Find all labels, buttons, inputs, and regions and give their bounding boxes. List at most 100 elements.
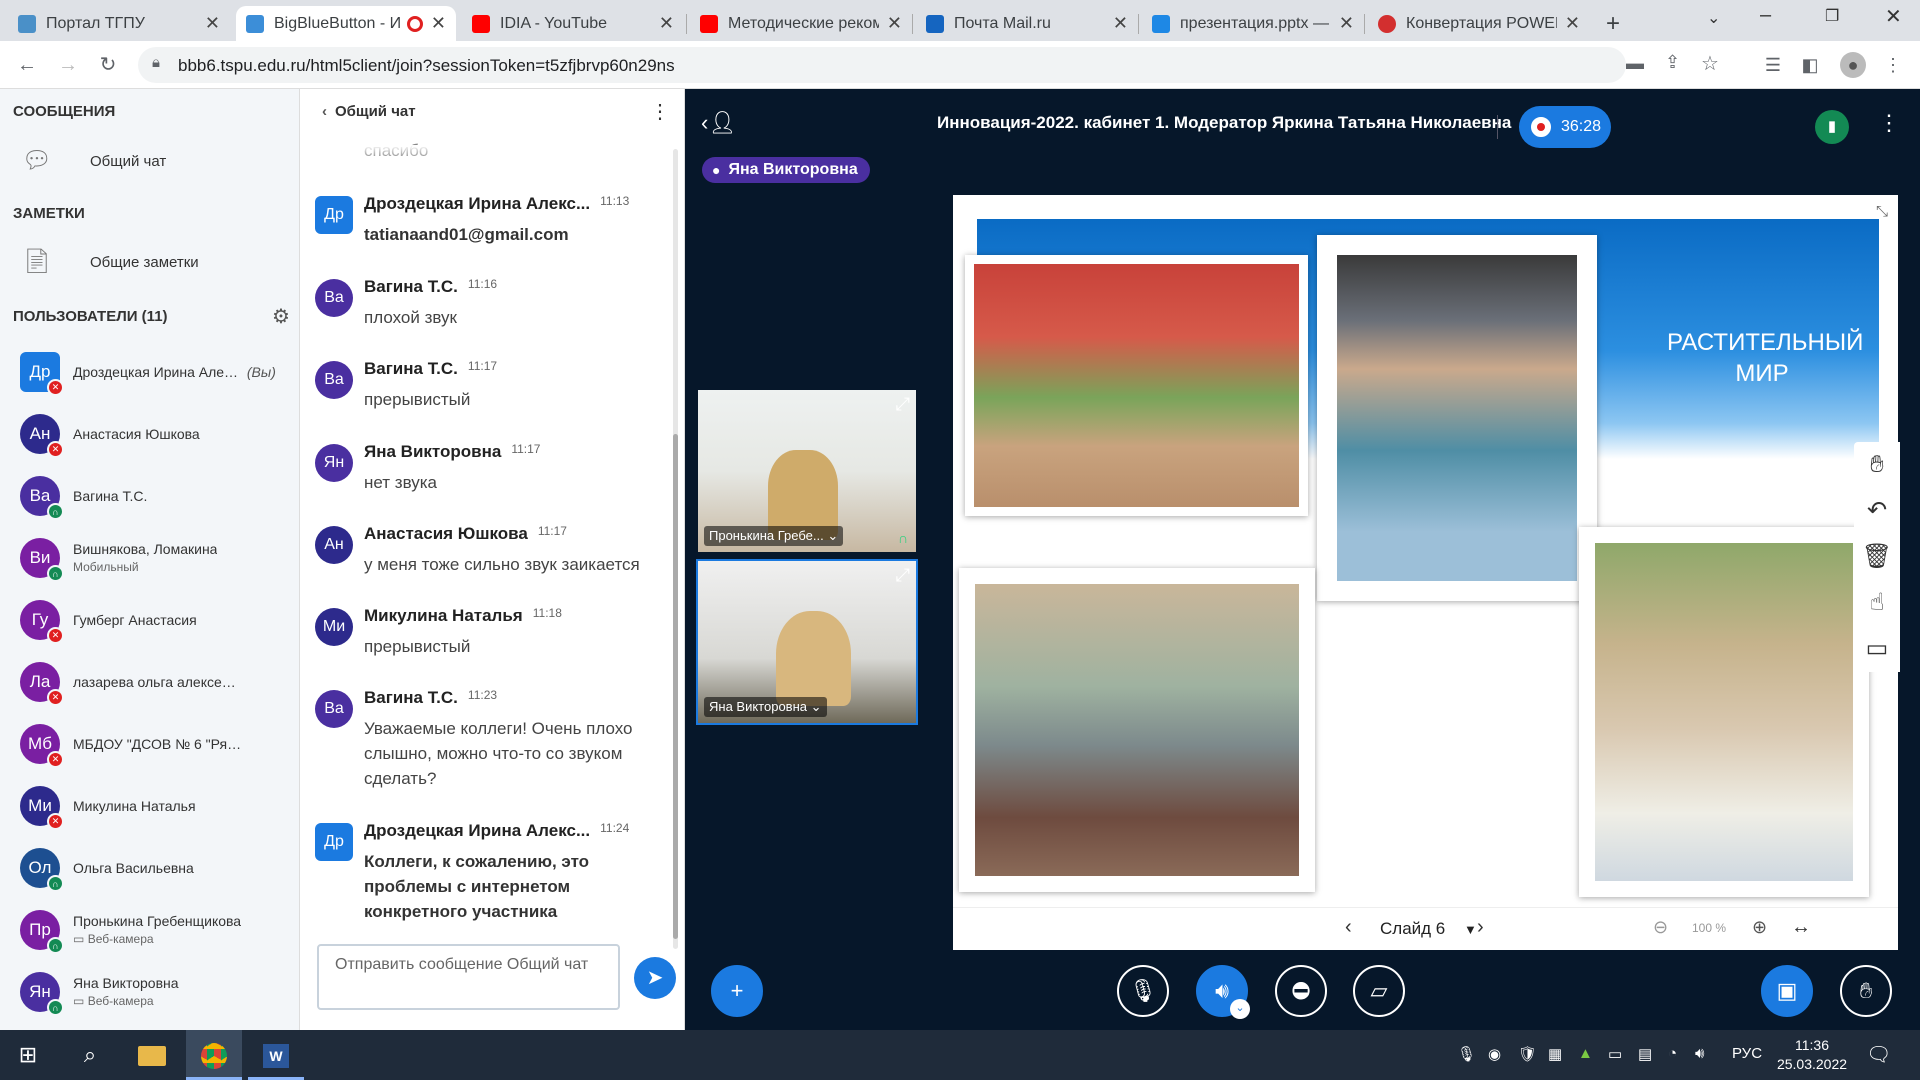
system-clock[interactable]: 11:36 25.03.2022 bbox=[1772, 1036, 1852, 1074]
minimize-presentation-icon[interactable]: ▭ bbox=[1854, 626, 1900, 672]
user-item[interactable]: Ла ✕ лазарева ольга алексеевна bbox=[20, 655, 295, 709]
close-tab-icon[interactable]: ✕ bbox=[1339, 13, 1354, 34]
hand-tool-icon[interactable]: ✋︎ bbox=[1854, 442, 1900, 488]
user-item[interactable]: Мб✕ МБДОУ "ДСОВ № 6 "Рябинка" bbox=[20, 717, 295, 771]
tab-bigbluebutton[interactable]: BigBlueButton - И ✕ bbox=[236, 6, 456, 41]
fullscreen-slide-icon[interactable]: ⤡ bbox=[1876, 203, 1888, 220]
chat-options-icon[interactable]: ⋮ bbox=[650, 99, 670, 124]
file-explorer-icon[interactable] bbox=[124, 1030, 180, 1080]
forward-icon[interactable]: → bbox=[55, 52, 81, 78]
audio-button[interactable]: 🔊︎ ⌄ bbox=[1196, 965, 1250, 1019]
unmute-button[interactable]: 🎙︎ bbox=[1117, 965, 1169, 1017]
new-tab-button[interactable]: + bbox=[1596, 6, 1632, 41]
fullscreen-icon[interactable]: ⤢ bbox=[896, 565, 910, 586]
previous-slide-icon[interactable]: ‹ bbox=[1345, 916, 1352, 939]
chat-message-input[interactable]: Отправить сообщение Общий чат bbox=[317, 944, 620, 1010]
search-icon[interactable]: ⌕ bbox=[62, 1030, 118, 1080]
close-tab-icon[interactable]: ✕ bbox=[205, 13, 220, 34]
multi-user-whiteboard-icon[interactable]: ☝︎ bbox=[1854, 580, 1900, 626]
start-button[interactable]: ⊞ bbox=[0, 1030, 56, 1080]
profile-avatar-icon[interactable]: ● bbox=[1840, 52, 1866, 78]
webcam-tile[interactable]: ⤢ Пронькина Гребе... ⌄ ∩ bbox=[696, 388, 918, 554]
fullscreen-icon[interactable]: ⤢ bbox=[896, 394, 910, 415]
display-tray-icon[interactable]: ▤ bbox=[1638, 1045, 1652, 1063]
tab-presentation[interactable]: презентация.pptx — ✕ bbox=[1142, 6, 1364, 41]
close-tab-icon[interactable]: ✕ bbox=[887, 13, 902, 34]
share-screen-button[interactable]: ▱ bbox=[1353, 965, 1405, 1017]
keyboard-language[interactable]: РУС bbox=[1732, 1045, 1762, 1062]
bookmark-star-icon[interactable]: ☆ bbox=[1701, 51, 1719, 76]
close-tab-icon[interactable]: ✕ bbox=[659, 13, 674, 34]
chat-scrollbar-thumb[interactable] bbox=[673, 434, 678, 939]
tab-mail[interactable]: Почта Mail.ru ✕ bbox=[916, 6, 1138, 41]
microphone-tray-icon[interactable]: 🎙︎ bbox=[1457, 1045, 1476, 1063]
send-message-button[interactable]: ➤ bbox=[634, 957, 676, 999]
wifi-tray-icon[interactable]: ◔ bbox=[1668, 1045, 1677, 1062]
chevron-left-icon[interactable]: ‹ bbox=[322, 103, 327, 120]
user-status: Мобильный bbox=[73, 560, 139, 574]
close-tab-icon[interactable]: ✕ bbox=[431, 13, 446, 34]
nvidia-tray-icon[interactable]: ▲ bbox=[1578, 1045, 1593, 1062]
toggle-user-list-icon[interactable]: ‹👤︎ bbox=[701, 110, 736, 136]
webcam-tray-icon[interactable]: ◉ bbox=[1488, 1045, 1501, 1063]
presentation-slide[interactable]: РАСТИТЕЛЬНЫЙ МИР ⤡ bbox=[953, 195, 1898, 950]
omnibox[interactable]: 🔒︎ bbb6.tspu.edu.ru/html5client/join?ses… bbox=[138, 47, 1719, 83]
gear-icon[interactable]: ⚙ bbox=[272, 304, 290, 329]
connection-status-icon[interactable]: ▮ bbox=[1815, 110, 1849, 144]
reading-list-icon[interactable]: ☰ bbox=[1760, 52, 1786, 78]
user-item[interactable]: Ян ∩ Яна Викторовна ▭ Веб-камера bbox=[20, 965, 295, 1019]
shared-notes-nav[interactable]: 📄︎ Общие заметки bbox=[20, 247, 199, 277]
user-item[interactable]: Ол ∩ Ольга Васильевна bbox=[20, 841, 295, 895]
options-menu-icon[interactable]: ⋮ bbox=[1878, 110, 1900, 136]
zoom-out-icon[interactable]: ⊖ bbox=[1653, 917, 1668, 938]
talking-indicator[interactable]: ● Яна Викторовна bbox=[702, 157, 870, 183]
fit-width-icon[interactable]: ↔ bbox=[1791, 916, 1811, 939]
close-tab-icon[interactable]: ✕ bbox=[1565, 13, 1580, 34]
tab-convert[interactable]: Конвертация POWER ✕ bbox=[1368, 6, 1590, 41]
clear-annotations-icon[interactable]: 🗑︎ bbox=[1854, 534, 1900, 580]
share-webcam-button[interactable]: ⛔︎ bbox=[1275, 965, 1327, 1017]
tab-search-icon[interactable]: ⌄ bbox=[1707, 8, 1720, 28]
avatar: Ол ∩ bbox=[20, 848, 64, 892]
chat-header[interactable]: ‹ Общий чат bbox=[322, 103, 416, 120]
presentation-toggle-button[interactable]: ▣ bbox=[1761, 965, 1813, 1017]
user-item[interactable]: Гу ✕ Гумберг Анастасия bbox=[20, 593, 295, 647]
user-item[interactable]: Ми ✕ Микулина Наталья bbox=[20, 779, 295, 833]
lock-icon[interactable]: 🔒︎ bbox=[152, 54, 160, 71]
tab-guidelines[interactable]: Методические реком ✕ bbox=[690, 6, 912, 41]
browser-menu-icon[interactable]: ⋮ bbox=[1880, 52, 1906, 78]
slide-selector[interactable]: Слайд 6 ▼ bbox=[1380, 919, 1477, 939]
zoom-in-icon[interactable]: ⊕ bbox=[1752, 917, 1767, 938]
webcam-tile[interactable]: ⤢ Яна Викторовна ⌄ bbox=[696, 559, 918, 725]
side-panel-icon[interactable]: ◧ bbox=[1797, 52, 1823, 78]
tab-portal[interactable]: Портал ТГПУ ✕ bbox=[8, 6, 230, 41]
user-item[interactable]: Ви ∩ Вишнякова, Ломакина Мобильный bbox=[20, 531, 295, 585]
restore-icon[interactable]: ❐ bbox=[1825, 6, 1839, 26]
minimize-icon[interactable]: – bbox=[1760, 4, 1771, 27]
user-item[interactable]: Ан ✕ Анастасия Юшкова bbox=[20, 407, 295, 461]
back-icon[interactable]: ← bbox=[14, 52, 40, 78]
user-item[interactable]: Пр ∩ Пронькина Гребенщикова ▭ Веб-камера bbox=[20, 903, 295, 957]
reload-icon[interactable]: ↻ bbox=[95, 52, 121, 78]
user-item[interactable]: Ва ∩ Вагина Т.С. bbox=[20, 469, 295, 523]
notifications-icon[interactable]: 🗨︎ bbox=[1866, 1042, 1891, 1067]
raise-hand-button[interactable]: ✋︎ bbox=[1840, 965, 1892, 1017]
share-icon[interactable]: ⇪ bbox=[1665, 52, 1680, 73]
next-slide-icon[interactable]: › bbox=[1477, 916, 1484, 939]
network-app-tray-icon[interactable]: ▦ bbox=[1548, 1045, 1562, 1063]
chrome-icon[interactable] bbox=[186, 1030, 242, 1080]
close-tab-icon[interactable]: ✕ bbox=[1113, 13, 1128, 34]
recording-indicator[interactable]: 36:28 bbox=[1519, 106, 1611, 148]
tab-youtube[interactable]: IDIA - YouTube ✕ bbox=[462, 6, 684, 41]
actions-button[interactable]: + bbox=[711, 965, 763, 1017]
security-tray-icon[interactable]: 🛡︎ bbox=[1518, 1045, 1537, 1063]
chevron-down-icon[interactable]: ⌄ bbox=[1230, 999, 1250, 1019]
undo-icon[interactable]: ↶ bbox=[1854, 488, 1900, 534]
battery-tray-icon[interactable]: ▭ bbox=[1608, 1045, 1622, 1063]
camera-in-use-icon[interactable]: ▬ bbox=[1626, 53, 1644, 74]
close-window-icon[interactable]: ✕ bbox=[1885, 4, 1902, 29]
word-icon[interactable]: W bbox=[248, 1030, 304, 1080]
public-chat-nav[interactable]: 💬︎ Общий чат bbox=[20, 146, 166, 176]
user-item[interactable]: Др✕ Дроздецкая Ирина Александровна (Вы) bbox=[20, 345, 295, 399]
volume-tray-icon[interactable]: 🔊︎ bbox=[1695, 1045, 1704, 1062]
